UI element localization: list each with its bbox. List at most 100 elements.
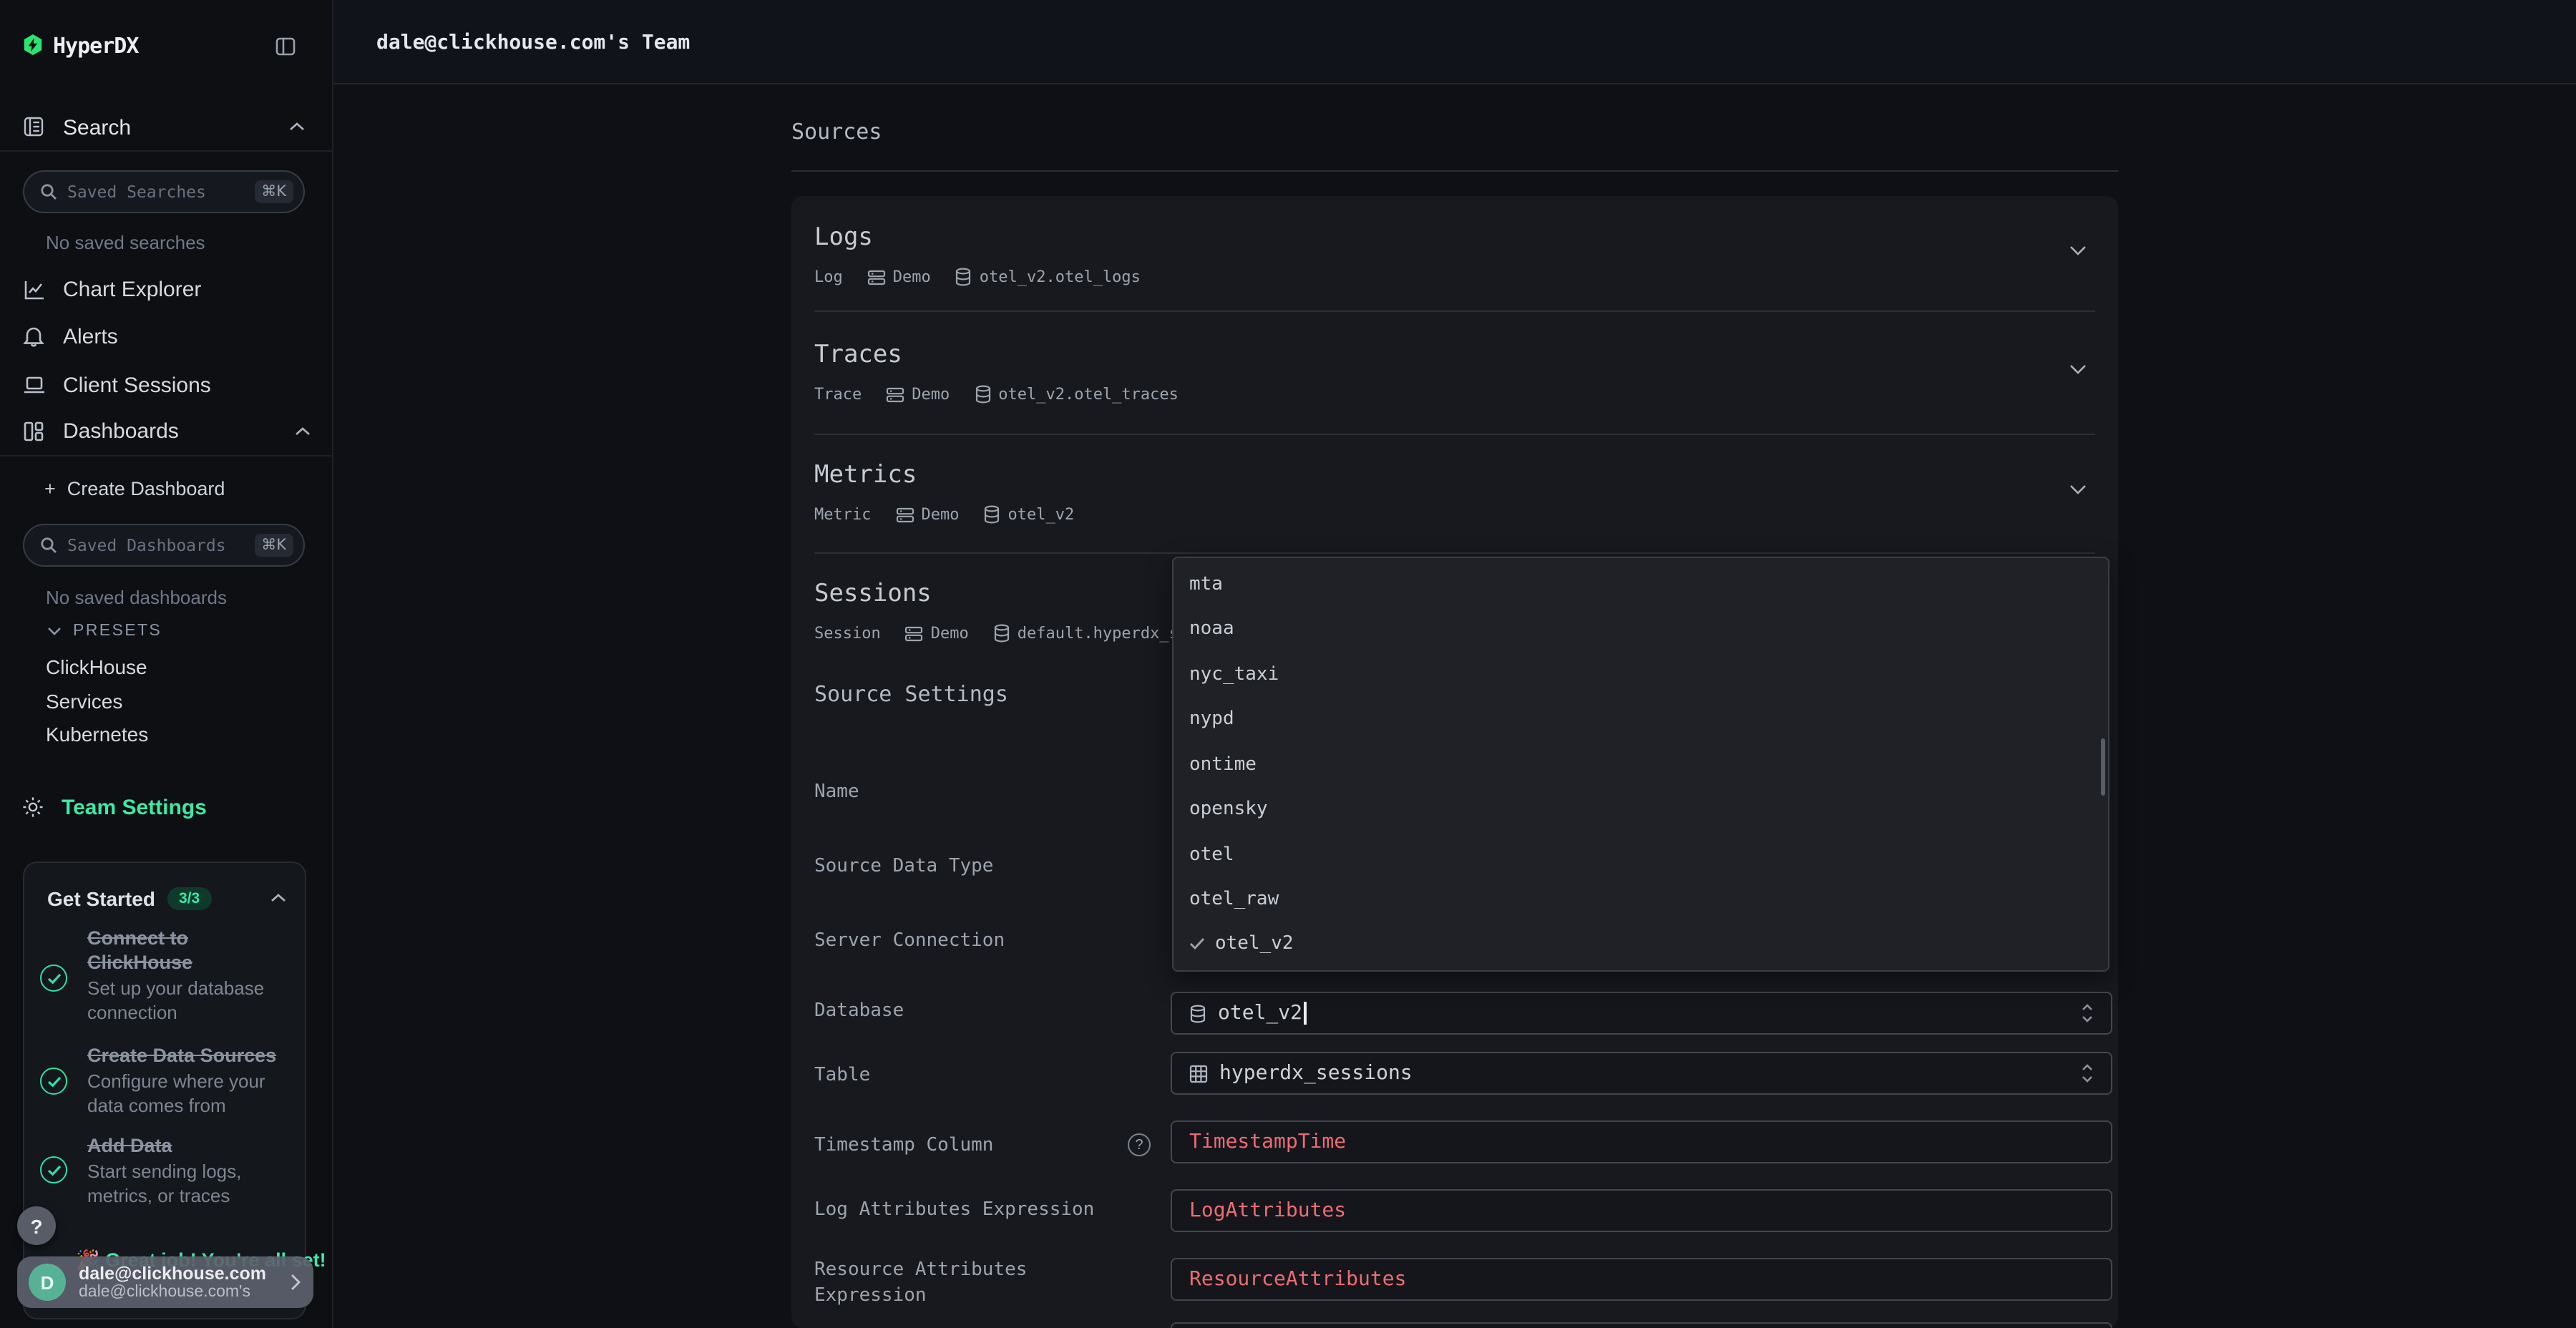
chevron-down-icon[interactable] — [2069, 245, 2087, 256]
field-label-database: Database — [814, 999, 904, 1024]
table-select[interactable]: hyperdx_sessions — [1171, 1052, 2112, 1095]
log-attributes-input[interactable]: LogAttributes — [1171, 1189, 2112, 1232]
saved-searches-pill[interactable]: ⌘K — [23, 170, 305, 213]
bell-icon — [23, 325, 46, 348]
sidebar-item-search[interactable]: Search — [63, 116, 131, 140]
table-path: otel_v2.otel_logs — [980, 268, 1141, 286]
no-saved-searches-note: No saved searches — [46, 232, 205, 253]
server-icon — [905, 625, 924, 642]
avatar: D — [29, 1264, 66, 1301]
preset-services[interactable]: Services — [46, 690, 122, 713]
source-card-title: Sessions — [814, 580, 932, 608]
database-icon — [1189, 1004, 1206, 1022]
dropdown-option[interactable]: otel_raw — [1174, 876, 2108, 922]
dropdown-option[interactable]: otel — [1174, 831, 2108, 877]
check-circle-icon — [40, 965, 67, 992]
chevron-up-icon[interactable] — [295, 426, 311, 436]
source-card-meta: Trace Demo otel_v2.otel_traces — [814, 385, 1179, 404]
server-icon — [896, 506, 914, 523]
source-card-meta: Log Demo otel_v2.otel_logs — [814, 268, 1141, 286]
item-title: Connect to ClickHouse — [87, 926, 293, 975]
sidebar: HyperDX Search ⌘K No saved searches — [0, 0, 333, 1328]
database-icon — [993, 624, 1010, 643]
server-icon — [867, 268, 886, 285]
source-card-title: Traces — [814, 341, 902, 369]
create-dashboard-button[interactable]: +Create Dashboard — [44, 478, 225, 499]
presets-label: PRESETS — [73, 622, 162, 640]
team-title: dale@clickhouse.com's Team — [376, 31, 690, 54]
saved-searches-input[interactable] — [67, 182, 254, 202]
gear-icon — [21, 796, 46, 819]
get-started-progress-badge: 3/3 — [167, 887, 211, 910]
get-started-panel: Get Started 3/3 Connect to ClickHouse Se… — [23, 861, 306, 1319]
sidebar-item-dashboards[interactable]: Dashboards — [0, 409, 333, 452]
divider — [814, 311, 2095, 312]
help-button[interactable]: ? — [17, 1206, 56, 1245]
chevron-down-icon — [47, 627, 62, 635]
dropdown-option[interactable]: opensky — [1174, 786, 2108, 831]
next-field-input[interactable] — [1171, 1322, 2112, 1328]
dropdown-option[interactable]: nyc_taxi — [1174, 651, 2108, 697]
field-label-name: Name — [814, 780, 859, 805]
hyperdx-logo-icon — [23, 34, 43, 56]
dropdown-option-selected[interactable]: otel_v2 — [1174, 920, 2108, 966]
help-circle-icon[interactable]: ? — [1128, 1133, 1151, 1156]
item-desc: Start sending logs, metrics, or traces — [87, 1161, 293, 1208]
database-icon — [955, 268, 972, 286]
nav-label: Chart Explorer — [63, 277, 201, 301]
resource-attributes-value: ResourceAttributes — [1189, 1268, 1406, 1291]
resource-attributes-input[interactable]: ResourceAttributes — [1171, 1258, 2112, 1301]
get-started-item[interactable]: Create Data Sources Configure where your… — [87, 1043, 293, 1118]
preset-kubernetes[interactable]: Kubernetes — [46, 723, 148, 746]
sidebar-item-client-sessions[interactable]: Client Sessions — [0, 363, 333, 406]
source-settings-heading: Source Settings — [814, 681, 1008, 707]
table-value: hyperdx_sessions — [1219, 1062, 1413, 1085]
server-icon — [886, 386, 904, 403]
timestamp-value: TimestampTime — [1189, 1131, 1346, 1153]
divider — [0, 150, 333, 152]
database-icon — [974, 385, 991, 404]
field-label-log-attributes: Log Attributes Expression — [814, 1198, 1094, 1223]
dropdown-option[interactable]: nypd — [1174, 695, 2108, 741]
database-dropdown: mta noaa nyc_taxi nypd ontime opensky ot… — [1172, 557, 2109, 972]
get-started-title: Get Started — [47, 887, 155, 910]
divider — [791, 170, 2118, 172]
nav-label: Dashboards — [63, 419, 179, 443]
source-type: Metric — [814, 505, 872, 524]
dropdown-option[interactable]: noaa — [1174, 605, 2108, 651]
get-started-item[interactable]: Add Data Start sending logs, metrics, or… — [87, 1133, 293, 1208]
sidebar-item-chart-explorer[interactable]: Chart Explorer — [0, 268, 333, 311]
divider — [814, 434, 2095, 435]
divider — [0, 455, 333, 456]
sources-panel: Logs Log Demo otel_v2.otel_logs Traces T… — [791, 196, 2118, 1328]
database-select[interactable]: otel_v2 — [1171, 992, 2112, 1035]
preset-clickhouse[interactable]: ClickHouse — [46, 655, 147, 678]
chevron-up-icon[interactable] — [270, 893, 286, 903]
presets-toggle[interactable]: PRESETS — [47, 622, 162, 640]
divider — [814, 552, 2095, 554]
database-icon — [984, 505, 1001, 524]
source-card-title: Metrics — [814, 461, 917, 489]
dropdown-option[interactable]: ontime — [1174, 741, 2108, 787]
sidebar-item-alerts[interactable]: Alerts — [0, 315, 333, 358]
saved-dashboards-pill[interactable]: ⌘K — [23, 524, 305, 567]
dropdown-option[interactable]: mta — [1174, 561, 2108, 607]
sidebar-item-team-settings[interactable]: Team Settings — [0, 786, 333, 829]
chevron-up-icon[interactable] — [289, 122, 305, 132]
timestamp-column-input[interactable]: TimestampTime — [1171, 1120, 2112, 1163]
source-card-title: Logs — [814, 223, 873, 252]
source-type: Trace — [814, 385, 862, 404]
laptop-icon — [23, 375, 46, 395]
scrollbar-thumb[interactable] — [2101, 738, 2105, 796]
chevron-down-icon[interactable] — [2069, 363, 2087, 375]
user-menu[interactable]: D dale@clickhouse.com dale@clickhouse.co… — [17, 1256, 313, 1308]
table-path: otel_v2 — [1008, 505, 1075, 524]
sidebar-collapse-icon[interactable] — [275, 36, 296, 57]
user-name: dale@clickhouse.com — [79, 1263, 266, 1283]
saved-dashboards-input[interactable] — [67, 535, 254, 555]
check-icon — [1189, 937, 1205, 949]
connection-name: Demo — [912, 385, 950, 404]
page-title: Sources — [791, 119, 882, 145]
chevron-down-icon[interactable] — [2069, 484, 2087, 495]
get-started-item[interactable]: Connect to ClickHouse Set up your databa… — [87, 926, 293, 1025]
